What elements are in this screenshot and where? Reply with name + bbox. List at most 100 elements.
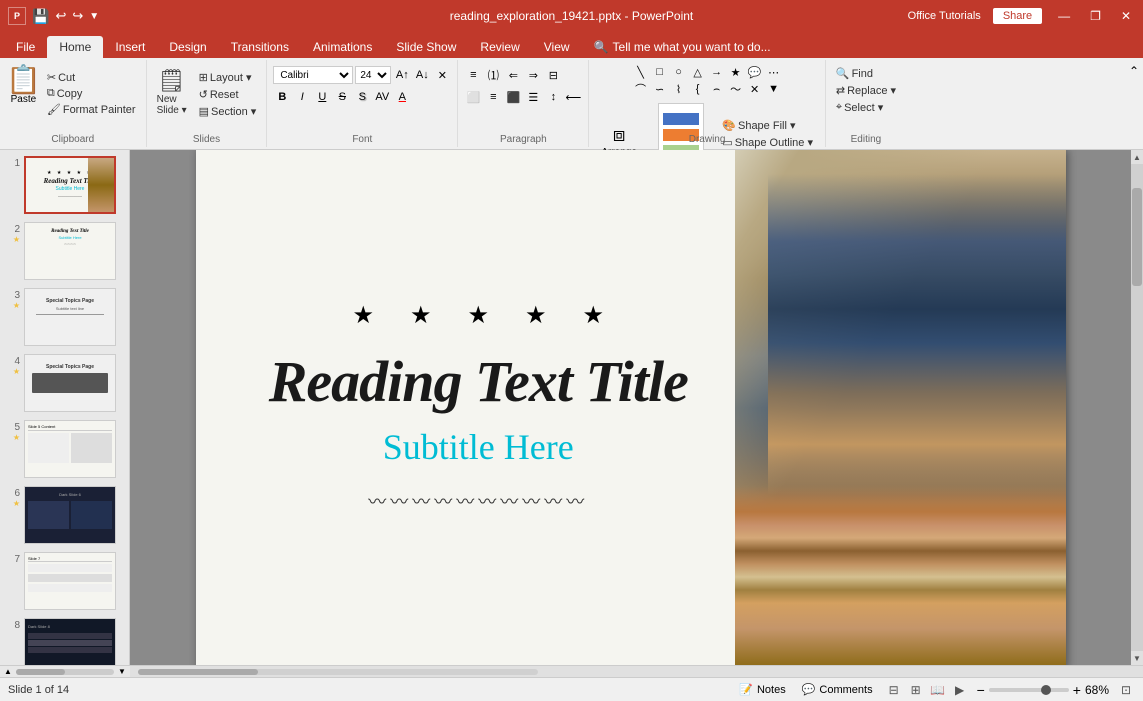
close-button[interactable]: ✕ <box>1117 9 1135 23</box>
slide-thumb-6[interactable]: 6 ★ Dark Slide 6 <box>4 484 125 546</box>
tab-design[interactable]: Design <box>157 36 218 58</box>
format-painter-button[interactable]: 🖌 Format Painter <box>43 102 140 117</box>
tab-search[interactable]: 🔍 Tell me what you want to do... <box>582 36 783 58</box>
find-button[interactable]: 🔍 Find <box>832 66 877 81</box>
char-spacing-button[interactable]: AV <box>373 88 391 106</box>
clear-format-button[interactable]: ✕ <box>433 66 451 84</box>
slideshow-button[interactable]: ▶ <box>951 681 969 699</box>
zoom-out-button[interactable]: − <box>977 682 985 698</box>
replace-button[interactable]: ⇄ Replace ▾ <box>832 83 900 98</box>
tab-slideshow[interactable]: Slide Show <box>384 36 468 58</box>
scroll-thumb[interactable] <box>1132 188 1142 285</box>
shape-wave-btn[interactable]: 〜 <box>727 81 745 97</box>
slide-subtitle[interactable]: Subtitle Here <box>383 426 574 468</box>
justify-button[interactable]: ☰ <box>524 88 542 106</box>
shape-star-btn[interactable]: ★ <box>727 64 745 80</box>
quick-access-undo[interactable]: ↩ <box>55 8 66 24</box>
align-right-button[interactable]: ⬛ <box>504 88 522 106</box>
underline-button[interactable]: U <box>313 88 331 106</box>
shape-x-btn[interactable]: ✕ <box>746 81 764 97</box>
shape-freeform-btn[interactable]: ∽ <box>651 81 669 97</box>
tab-insert[interactable]: Insert <box>103 36 157 58</box>
tab-view[interactable]: View <box>532 36 582 58</box>
minimize-button[interactable]: — <box>1054 9 1074 23</box>
slide-thumb-3[interactable]: 3 ★ Special Topics Page Subtitle text li… <box>4 286 125 348</box>
rtl-button[interactable]: ⟵ <box>564 88 582 106</box>
shape-rect-btn[interactable]: □ <box>651 64 669 80</box>
shape-arc-btn[interactable]: ⌢ <box>708 81 726 97</box>
layout-button[interactable]: ⊞ Layout ▾ <box>195 70 261 85</box>
strikethrough-button[interactable]: S <box>333 88 351 106</box>
new-slide-icon: 🗒 <box>158 68 186 94</box>
italic-button[interactable]: I <box>293 88 311 106</box>
restore-button[interactable]: ❐ <box>1086 9 1105 23</box>
increase-indent-button[interactable]: ⇒ <box>524 66 542 84</box>
reset-button[interactable]: ↺ Reset <box>195 87 261 102</box>
shape-fill-button[interactable]: 🎨 Shape Fill ▾ <box>718 118 819 133</box>
scroll-down-button[interactable]: ▼ <box>1131 651 1143 665</box>
shape-outline-button[interactable]: ▭ Shape Outline ▾ <box>718 135 819 150</box>
tab-review[interactable]: Review <box>468 36 531 58</box>
shadow-button[interactable]: S <box>353 88 371 106</box>
fit-window-button[interactable]: ⊡ <box>1117 681 1135 699</box>
notes-button[interactable]: 📝 Notes <box>735 682 789 697</box>
tab-animations[interactable]: Animations <box>301 36 384 58</box>
decrease-indent-button[interactable]: ⇐ <box>504 66 522 84</box>
tab-home[interactable]: Home <box>47 36 103 58</box>
bullets-button[interactable]: ≡ <box>464 66 482 84</box>
tab-file[interactable]: File <box>4 36 47 58</box>
bold-button[interactable]: B <box>273 88 291 106</box>
numbering-button[interactable]: ⑴ <box>484 66 502 84</box>
slide-thumb-2[interactable]: 2 ★ Reading Text Title Subtitle Here 〰〰〰… <box>4 220 125 282</box>
line-spacing-button[interactable]: ↕ <box>544 88 562 106</box>
slide-thumb-1[interactable]: 1 ★ ★ ★ ★ ★ Reading Text Title Subtitle … <box>4 154 125 216</box>
scroll-right-button[interactable]: ▼ <box>116 667 128 677</box>
quick-access-save[interactable]: 💾 <box>32 8 49 25</box>
shape-circle-btn[interactable]: ○ <box>670 64 688 80</box>
cut-button[interactable]: ✂ Cut <box>43 70 140 85</box>
shape-more-btn[interactable]: ⋯ <box>765 64 783 80</box>
slide-thumb-4[interactable]: 4 ★ Special Topics Page <box>4 352 125 414</box>
cols-button[interactable]: ⊟ <box>544 66 562 84</box>
shape-callout-btn[interactable]: 💬 <box>746 64 764 80</box>
align-center-button[interactable]: ≡ <box>484 88 502 106</box>
slide-thumb-5[interactable]: 5 ★ Slide 5 Content <box>4 418 125 480</box>
paste-button[interactable]: 📋 Paste <box>6 66 41 105</box>
shape-line-btn[interactable]: ╲ <box>632 64 650 80</box>
comments-button[interactable]: 💬 Comments <box>798 682 877 697</box>
office-tutorials-link[interactable]: Office Tutorials <box>908 10 981 22</box>
shape-curve-btn[interactable]: ⌒ <box>632 81 650 97</box>
normal-view-button[interactable]: ⊟ <box>885 681 903 699</box>
font-family-select[interactable]: Calibri <box>273 66 353 84</box>
shape-more2-btn[interactable]: ▼ <box>765 81 783 97</box>
scroll-left-button[interactable]: ▲ <box>2 667 14 677</box>
reading-view-button[interactable]: 📖 <box>929 681 947 699</box>
font-size-select[interactable]: 24 <box>355 66 391 84</box>
section-button[interactable]: ▤ Section ▾ <box>195 104 261 119</box>
shape-connector-btn[interactable]: ⌇ <box>670 81 688 97</box>
shape-triangle-btn[interactable]: △ <box>689 64 707 80</box>
slide-title[interactable]: Reading Text Title <box>269 350 688 414</box>
ribbon-collapse-button[interactable]: ⌃ <box>1129 60 1143 147</box>
font-grow-button[interactable]: A↑ <box>393 66 411 84</box>
slide-thumb-8[interactable]: 8 Dark Slide 8 <box>4 616 125 665</box>
tab-transitions[interactable]: Transitions <box>219 36 301 58</box>
slide-thumb-7[interactable]: 7 Slide 7 <box>4 550 125 612</box>
quick-access-more[interactable]: ▼ <box>89 11 99 22</box>
slide-sorter-button[interactable]: ⊞ <box>907 681 925 699</box>
font-color-button[interactable]: A <box>393 88 411 106</box>
new-slide-button[interactable]: 🗒 NewSlide ▾ <box>153 66 191 118</box>
zoom-slider[interactable] <box>989 688 1069 692</box>
shape-arrow-btn[interactable]: → <box>708 64 726 80</box>
quick-access-redo[interactable]: ↪ <box>72 8 83 24</box>
layout-icon: ⊞ <box>199 71 208 84</box>
font-shrink-button[interactable]: A↓ <box>413 66 431 84</box>
align-left-button[interactable]: ⬜ <box>464 88 482 106</box>
h-scroll-thumb[interactable] <box>16 669 65 675</box>
copy-button[interactable]: ⧉ Copy <box>43 86 140 101</box>
shape-brace-btn[interactable]: { <box>689 81 707 97</box>
select-button[interactable]: ⌖ Select ▾ <box>832 100 887 115</box>
share-button[interactable]: Share <box>993 8 1042 24</box>
scroll-up-button[interactable]: ▲ <box>1131 150 1143 164</box>
zoom-in-button[interactable]: + <box>1073 682 1081 698</box>
